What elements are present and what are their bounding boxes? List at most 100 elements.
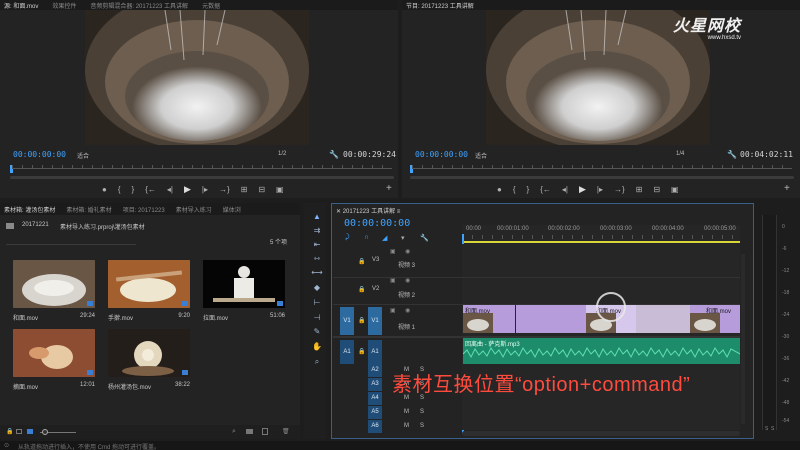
export-frame-button[interactable]: ▣ [276, 185, 284, 194]
program-add-button[interactable]: + [784, 183, 790, 194]
rolling-edit-tool-icon[interactable]: ⇿ [311, 254, 323, 264]
meter-solo-right[interactable]: S [771, 426, 774, 432]
tab-project[interactable]: 项目: 20171223 [123, 205, 165, 214]
video-clip[interactable] [636, 305, 690, 333]
mute-toggle[interactable]: M [404, 423, 409, 429]
source-timecode[interactable]: 00:00:00:00 [13, 150, 66, 159]
track-select-tool-icon[interactable]: ⇉ [311, 226, 323, 236]
extract-button[interactable]: ⊟ [653, 185, 660, 194]
timeline-timecode[interactable]: 00:00:00:00 [344, 218, 410, 229]
audio-clip[interactable]: 回离曲 - 萨克斯.mp3 [463, 338, 740, 364]
eye-icon[interactable]: ◉ [405, 277, 410, 284]
mark-out-button[interactable]: } [132, 185, 135, 194]
export-frame-button[interactable]: ▣ [671, 185, 679, 194]
hand-tool-icon[interactable]: ✋ [311, 342, 323, 352]
sync-lock-icon[interactable]: ▣ [390, 277, 396, 284]
trash-icon[interactable]: 🗑 [282, 428, 290, 435]
track-target-a4[interactable]: A4 [368, 392, 382, 405]
selection-tool-icon[interactable]: ▲ [311, 212, 323, 222]
marker-icon[interactable]: ▾ [401, 234, 405, 242]
go-to-in-button[interactable]: {← [540, 185, 551, 194]
snap-icon[interactable]: ⤸ [345, 234, 349, 242]
track-target-a5[interactable]: A5 [368, 406, 382, 419]
rate-stretch-tool-icon[interactable]: ⟷ [311, 268, 323, 278]
step-forward-button[interactable]: |▸ [202, 185, 208, 194]
pen-tool-icon[interactable]: ✎ [311, 327, 323, 337]
track-target-a3[interactable]: A3 [368, 378, 382, 391]
lock-icon[interactable]: 🔒 [358, 317, 365, 324]
linked-selection-icon[interactable]: ∩ [364, 234, 369, 241]
source-patch-a1[interactable]: A1 [340, 340, 354, 364]
marker-icon[interactable]: ● [497, 185, 502, 194]
razor-tool-icon[interactable]: ◆ [311, 283, 323, 293]
source-add-button[interactable]: + [386, 183, 392, 194]
program-range-bar[interactable] [410, 176, 794, 179]
program-fit-select[interactable]: 适合 [475, 151, 487, 160]
thumb-shougan[interactable] [108, 260, 190, 308]
close-icon[interactable]: ✕ [336, 209, 343, 215]
search-icon[interactable]: ⌕ [232, 428, 236, 436]
play-button[interactable]: ▶ [579, 184, 586, 195]
track-target-a1[interactable]: A1 [368, 340, 382, 364]
wrench-icon[interactable]: 🔧 [727, 150, 737, 159]
eye-icon[interactable]: ◉ [405, 307, 410, 314]
step-back-button[interactable]: ◂| [167, 185, 173, 194]
sync-lock-icon[interactable]: ▣ [390, 248, 396, 255]
marker-icon[interactable]: ● [102, 185, 107, 194]
slide-tool-icon[interactable]: ⊣ [311, 313, 323, 323]
lock-icon[interactable]: 🔒 [358, 348, 365, 355]
step-back-button[interactable]: ◂| [562, 185, 568, 194]
tab-source[interactable]: 源: 和面.mov [4, 1, 38, 10]
zoom-slider-handle[interactable] [42, 429, 48, 435]
play-button[interactable]: ▶ [184, 184, 191, 195]
thumb-hemian[interactable] [13, 260, 95, 308]
video-clip[interactable]: 和面.mov [463, 305, 515, 333]
tab-audio-mixer[interactable]: 音频剪辑混合器: 20171223 工具讲解 [90, 1, 188, 10]
eye-icon[interactable]: ◉ [405, 248, 410, 255]
program-timecode[interactable]: 00:00:00:00 [415, 150, 468, 159]
lock-icon[interactable]: 🔒 [358, 286, 365, 293]
tab-media-browser[interactable]: 媒体浏 [223, 205, 241, 214]
insert-button[interactable]: ⊞ [241, 185, 248, 194]
tab-metadata[interactable]: 元数据 [202, 1, 220, 10]
new-item-icon[interactable] [262, 428, 268, 435]
tab-bin-wedding[interactable]: 素材箱: 婚礼素材 [66, 205, 111, 214]
zoom-tool-icon[interactable]: ⌕ [311, 357, 323, 367]
search-input[interactable] [6, 235, 136, 245]
lift-button[interactable]: ⊞ [636, 185, 643, 194]
ripple-edit-tool-icon[interactable]: ⇤ [311, 240, 323, 250]
wrench-icon[interactable]: 🔧 [420, 234, 429, 242]
mark-in-button[interactable]: { [118, 185, 121, 194]
go-to-in-button[interactable]: {← [145, 185, 156, 194]
tab-effect-controls[interactable]: 效果控件 [52, 1, 76, 10]
program-quality-select[interactable]: 1/4 [676, 151, 684, 157]
thumb-lamian[interactable] [203, 260, 285, 308]
thumb-tangbao[interactable] [108, 329, 190, 377]
timeline-tab[interactable]: ✕ 20171223 工具讲解 ≡ [336, 206, 400, 215]
source-patch-v1[interactable]: V1 [340, 307, 354, 335]
add-marker-icon[interactable]: ◢ [382, 234, 387, 242]
track-target-a6[interactable]: A6 [368, 420, 382, 433]
list-view-icon[interactable] [16, 429, 22, 434]
tab-bin-tangbao[interactable]: 素材箱: 灌汤包素材 [4, 205, 55, 214]
icon-view-icon[interactable] [27, 429, 33, 434]
new-bin-icon[interactable] [246, 429, 253, 434]
video-clip[interactable]: 和面.mov [690, 305, 740, 333]
lock-icon[interactable]: 🔒 [6, 428, 13, 435]
video-clip[interactable] [516, 305, 586, 333]
thumb-zhaimian[interactable] [13, 329, 95, 377]
vertical-scrollbar[interactable] [741, 254, 745, 424]
horizontal-scrollbar[interactable] [462, 431, 740, 436]
sync-lock-icon[interactable]: ▣ [390, 307, 396, 314]
go-to-out-button[interactable]: →} [614, 185, 625, 194]
source-fit-select[interactable]: 适合 [77, 151, 89, 160]
overwrite-button[interactable]: ⊟ [258, 185, 265, 194]
slip-tool-icon[interactable]: ⊢ [311, 298, 323, 308]
tab-import-practice[interactable]: 素材导入练习 [176, 205, 212, 214]
track-target-a2[interactable]: A2 [368, 364, 382, 377]
wrench-icon[interactable]: 🔧 [329, 150, 339, 159]
work-area-bar[interactable] [462, 241, 740, 243]
lock-icon[interactable]: 🔒 [358, 258, 365, 265]
track-target-v1[interactable]: V1 [368, 307, 382, 335]
solo-toggle[interactable]: S [420, 423, 424, 429]
